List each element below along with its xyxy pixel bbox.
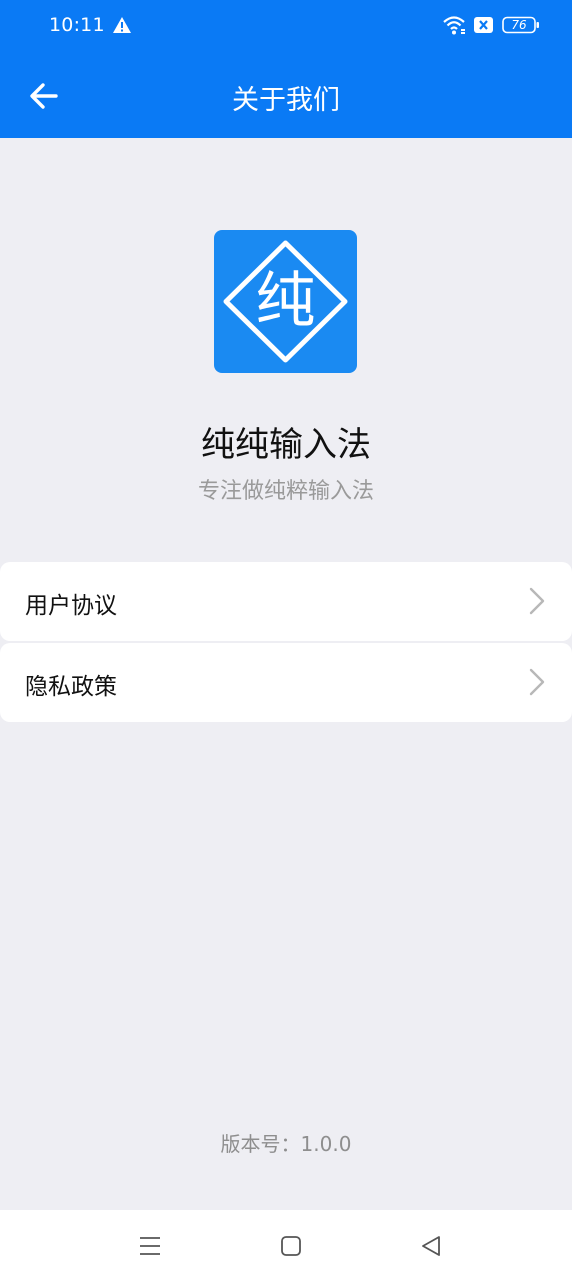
home-square-icon[interactable]	[277, 1232, 305, 1260]
page-title: 关于我们	[232, 85, 340, 116]
system-nav-bar	[0, 1210, 572, 1280]
menu-item-label: 用户协议	[25, 593, 117, 619]
chevron-right-icon	[529, 587, 545, 615]
wifi-icon	[443, 16, 465, 35]
version-label: 版本号：1.0.0	[220, 1132, 352, 1156]
status-time: 10:11	[49, 14, 105, 36]
menu-item-user-agreement[interactable]: 用户协议	[0, 562, 572, 641]
battery-level: 76	[511, 18, 527, 32]
menu-item-label: 隐私政策	[25, 674, 117, 700]
menu-lines-icon[interactable]	[136, 1232, 164, 1260]
alert-icon	[113, 17, 131, 33]
sim-off-icon	[474, 17, 493, 33]
logo-char: 纯	[255, 266, 316, 336]
app-name: 纯纯输入法	[201, 425, 371, 465]
battery-icon: 76	[502, 16, 540, 34]
app-bar: 关于我们	[0, 52, 572, 138]
chevron-right-icon	[529, 668, 545, 696]
menu-item-privacy-policy[interactable]: 隐私政策	[0, 643, 572, 722]
app-logo: 纯	[214, 230, 357, 373]
status-bar: 10:11 76	[0, 0, 572, 52]
back-triangle-icon[interactable]	[418, 1232, 446, 1260]
app-slogan: 专注做纯粹输入法	[197, 479, 374, 504]
